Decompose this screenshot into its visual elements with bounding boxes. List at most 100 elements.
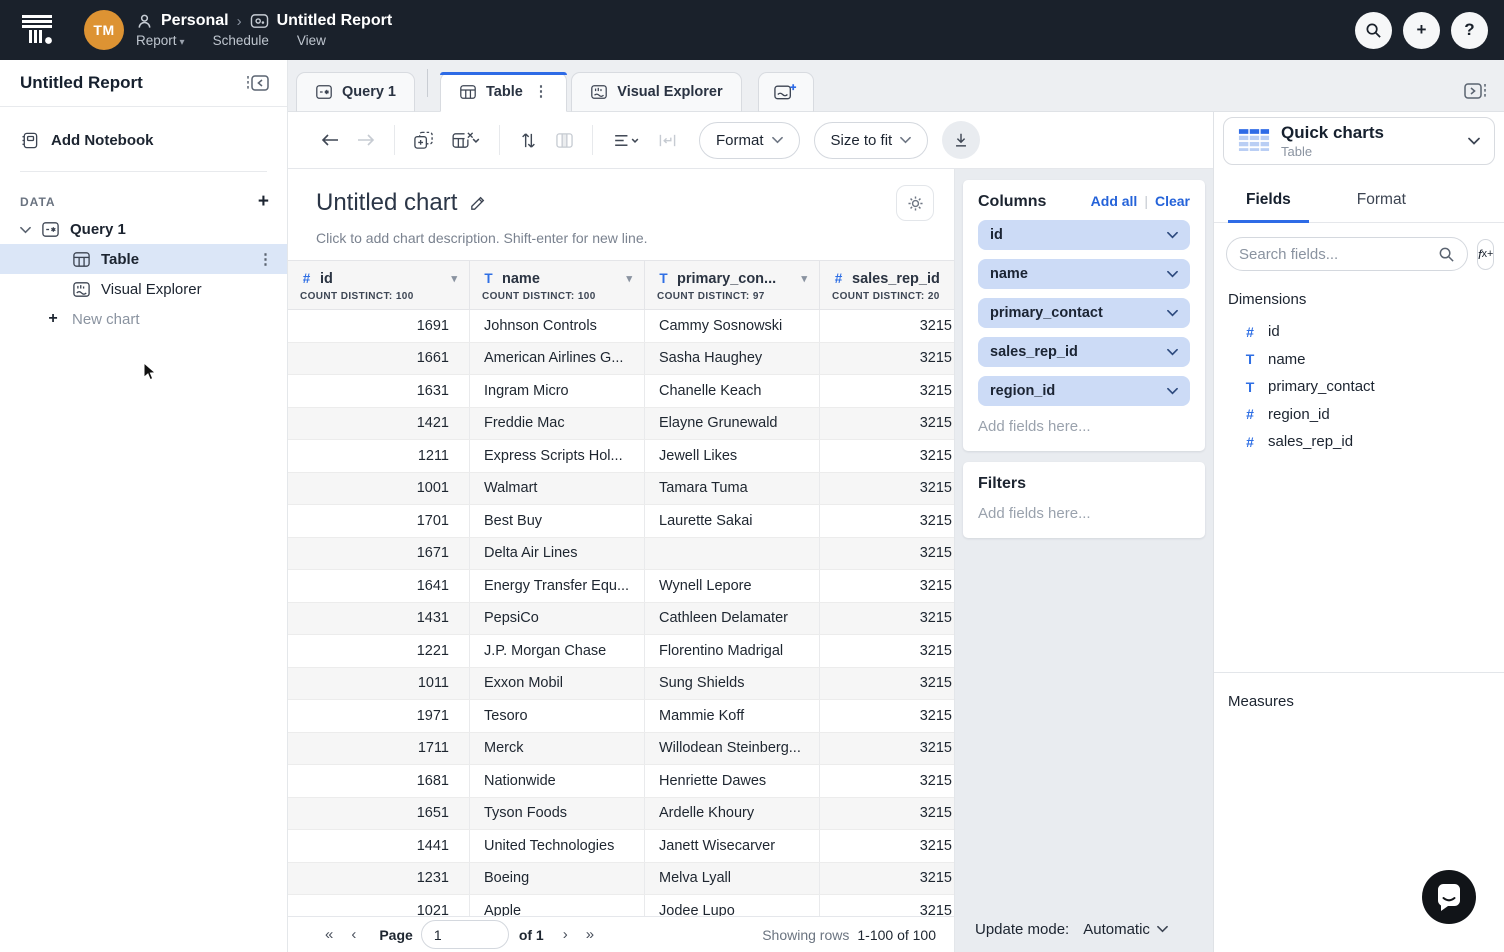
cell-primary_con...[interactable]: Florentino Madrigal [645,635,820,667]
cell-id[interactable]: 1681 [288,765,470,797]
kebab-menu-icon[interactable]: ⋮ [258,250,273,268]
cell-id[interactable]: 1671 [288,538,470,570]
cell-sales_rep_id[interactable]: 3215 [820,668,954,700]
cell-primary_con...[interactable]: Chanelle Keach [645,375,820,407]
columns-add-fields-placeholder[interactable]: Add fields here... [978,406,1190,441]
menu-view[interactable]: View [297,33,326,48]
cell-id[interactable]: 1691 [288,310,470,342]
cell-primary_con...[interactable]: Tamara Tuma [645,473,820,505]
sidebar-item-visual-explorer[interactable]: Visual Explorer [0,274,287,304]
cell-sales_rep_id[interactable]: 3215 [820,895,954,916]
cell-id[interactable]: 1011 [288,668,470,700]
cell-name[interactable]: Freddie Mac [470,408,645,440]
cell-sales_rep_id[interactable]: 3215 [820,505,954,537]
cell-sales_rep_id[interactable]: 3215 [820,765,954,797]
sidebar-item-new-chart[interactable]: + New chart [0,304,287,334]
sort-icon[interactable] [510,123,546,157]
column-pill-sales_rep_id[interactable]: sales_rep_id [978,337,1190,367]
tab-fields[interactable]: Fields [1240,181,1297,222]
cell-sales_rep_id[interactable]: 3215 [820,798,954,830]
cell-name[interactable]: Johnson Controls [470,310,645,342]
cell-primary_con...[interactable]: Jodee Lupo [645,895,820,916]
cell-sales_rep_id[interactable]: 3215 [820,408,954,440]
text-wrap-icon[interactable] [649,123,685,157]
add-data-button[interactable]: + [258,191,269,213]
tab-kebab-menu-icon[interactable]: ⋮ [534,84,549,100]
cell-primary_con...[interactable]: Janett Wisecarver [645,830,820,862]
expand-panel-icon[interactable] [1462,81,1488,101]
cell-name[interactable]: Boeing [470,863,645,895]
column-menu-icon[interactable]: ▾ [451,272,457,285]
chevron-down-icon[interactable] [20,221,31,238]
column-pill-name[interactable]: name [978,259,1190,289]
column-header-id[interactable]: #id▾COUNT DISTINCT: 100 [288,261,470,309]
cell-name[interactable]: Merck [470,733,645,765]
field-name[interactable]: Tname [1242,346,1504,374]
cell-id[interactable]: 1641 [288,570,470,602]
field-primary_contact[interactable]: Tprimary_contact [1242,373,1504,401]
add-formula-button[interactable]: fx+ [1477,239,1494,270]
cell-sales_rep_id[interactable]: 3215 [820,375,954,407]
cell-sales_rep_id[interactable]: 3215 [820,603,954,635]
cell-id[interactable]: 1431 [288,603,470,635]
collapse-sidebar-icon[interactable] [245,73,271,93]
cell-sales_rep_id[interactable]: 3215 [820,473,954,505]
cell-name[interactable]: United Technologies [470,830,645,862]
cell-sales_rep_id[interactable]: 3215 [820,570,954,602]
tab-visual-explorer[interactable]: Visual Explorer [571,72,741,112]
cell-primary_con...[interactable]: Ardelle Khoury [645,798,820,830]
field-sales_rep_id[interactable]: #sales_rep_id [1242,428,1504,456]
sidebar-item-table[interactable]: Table ⋮ [0,244,287,274]
next-page-button[interactable]: › [554,926,577,943]
download-button[interactable] [942,121,980,159]
cell-id[interactable]: 1651 [288,798,470,830]
cell-name[interactable]: Best Buy [470,505,645,537]
cell-id[interactable]: 1631 [288,375,470,407]
column-header-sales_rep_id[interactable]: #sales_rep_idCOUNT DISTINCT: 20 [820,261,954,309]
cell-id[interactable]: 1701 [288,505,470,537]
chart-settings-button[interactable] [896,185,934,221]
add-all-link[interactable]: Add all [1091,193,1138,209]
cell-id[interactable]: 1971 [288,700,470,732]
cell-name[interactable]: Tyson Foods [470,798,645,830]
column-header-primary_con...[interactable]: Tprimary_con...▾COUNT DISTINCT: 97 [645,261,820,309]
cell-id[interactable]: 1021 [288,895,470,916]
sidebar-item-query1[interactable]: Query 1 [0,214,287,244]
cell-id[interactable]: 1421 [288,408,470,440]
tab-table[interactable]: Table ⋮ [440,72,567,112]
field-id[interactable]: #id [1242,318,1504,346]
filters-add-fields-placeholder[interactable]: Add fields here... [978,493,1190,528]
tab-query1[interactable]: Query 1 [296,72,415,112]
cell-name[interactable]: Nationwide [470,765,645,797]
cell-sales_rep_id[interactable]: 3215 [820,733,954,765]
first-page-button[interactable]: « [316,926,342,943]
avatar[interactable]: TM [84,10,124,50]
cell-primary_con...[interactable]: Henriette Dawes [645,765,820,797]
column-pill-region_id[interactable]: region_id [978,376,1190,406]
cell-primary_con...[interactable]: Jewell Likes [645,440,820,472]
cell-sales_rep_id[interactable]: 3215 [820,700,954,732]
menu-report[interactable]: Report▾ [136,33,185,48]
cell-id[interactable]: 1221 [288,635,470,667]
cell-name[interactable]: Energy Transfer Equ... [470,570,645,602]
cell-sales_rep_id[interactable]: 3215 [820,310,954,342]
cell-name[interactable]: PepsiCo [470,603,645,635]
cell-sales_rep_id[interactable]: 3215 [820,440,954,472]
cell-primary_con...[interactable]: Cammy Sosnowski [645,310,820,342]
cell-name[interactable]: Delta Air Lines [470,538,645,570]
cell-name[interactable]: Express Scripts Hol... [470,440,645,472]
column-menu-icon[interactable]: ▾ [801,272,807,285]
cell-primary_con...[interactable]: Elayne Grunewald [645,408,820,440]
add-notebook-button[interactable]: Add Notebook [0,125,287,155]
cell-name[interactable]: Tesoro [470,700,645,732]
chat-support-button[interactable] [1422,870,1476,924]
cell-name[interactable]: Exxon Mobil [470,668,645,700]
field-region_id[interactable]: #region_id [1242,401,1504,429]
prev-page-button[interactable]: ‹ [342,926,365,943]
cell-primary_con...[interactable]: Melva Lyall [645,863,820,895]
menu-schedule[interactable]: Schedule [213,33,269,48]
cell-id[interactable]: 1711 [288,733,470,765]
undo-back-icon[interactable] [312,123,348,157]
cell-name[interactable]: Walmart [470,473,645,505]
breadcrumb-report-title[interactable]: Untitled Report [277,12,393,30]
